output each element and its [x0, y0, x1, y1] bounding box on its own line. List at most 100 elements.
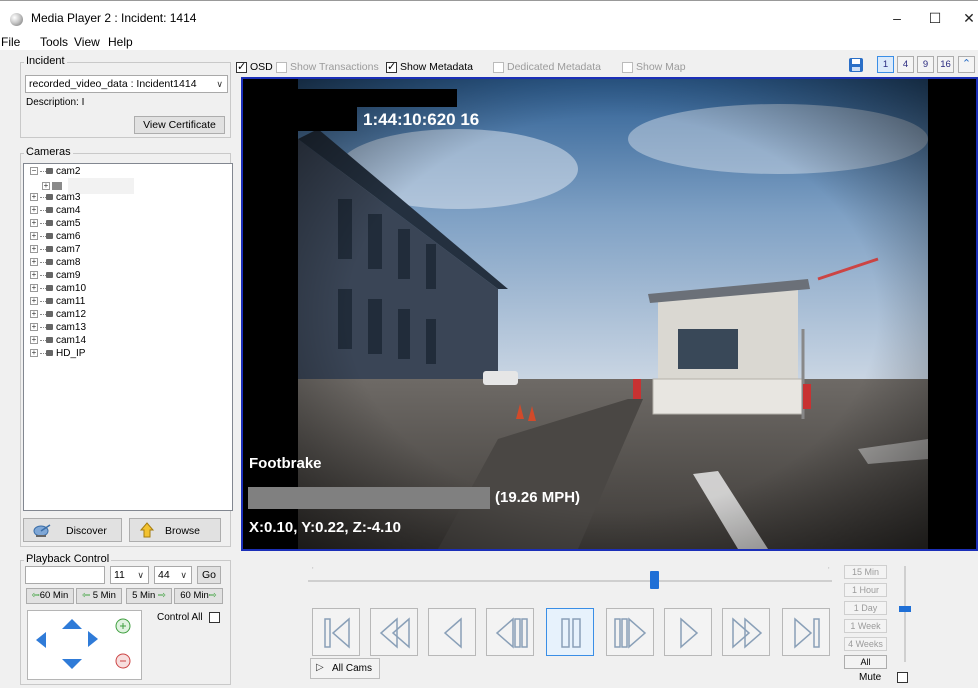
menu-tools[interactable]: Tools	[40, 35, 68, 49]
tree-item-subnode[interactable]: +	[42, 178, 134, 194]
tree-item-cam8[interactable]: + cam8	[30, 256, 80, 269]
volume-track[interactable]	[904, 566, 906, 662]
range-1-hour-button[interactable]: 1 Hour	[844, 583, 887, 597]
pause-button[interactable]	[546, 608, 594, 656]
dedicated-metadata-checkbox[interactable]: Dedicated Metadata	[493, 61, 601, 73]
expand-icon[interactable]: +	[30, 219, 38, 228]
timeline-track[interactable]	[308, 580, 832, 582]
tree-item-cam13[interactable]: + cam13	[30, 321, 86, 334]
expand-icon[interactable]: +	[30, 258, 38, 267]
tree-item-cam14[interactable]: + cam14	[30, 334, 86, 347]
go-button[interactable]: Go	[197, 566, 221, 584]
view-certificate-button[interactable]: View Certificate	[134, 116, 225, 134]
range-15-min-button[interactable]: 15 Min	[844, 565, 887, 579]
hour-select[interactable]: 11 ∨	[110, 566, 149, 584]
expand-icon[interactable]: +	[30, 284, 38, 293]
tree-item-cam7[interactable]: + cam7	[30, 243, 80, 256]
mute-checkbox[interactable]	[897, 672, 908, 683]
pan-down-icon[interactable]	[62, 659, 82, 669]
osd-checkbox-box	[236, 60, 247, 73]
pan-right-icon[interactable]	[88, 631, 98, 647]
step-forward-button[interactable]	[606, 608, 654, 656]
layout-9-button[interactable]: 9	[917, 56, 934, 73]
arrow-right-icon: ⇨	[208, 590, 217, 601]
osd-timestamp: 1:44:10:620 16	[363, 110, 480, 129]
layout-1-button[interactable]: 1	[877, 56, 894, 73]
show-metadata-checkbox[interactable]: Show Metadata	[386, 60, 473, 73]
fast-forward-button[interactable]	[722, 608, 770, 656]
discover-button[interactable]: Discover	[23, 518, 122, 542]
save-icon[interactable]	[848, 57, 864, 73]
step-forward-icon	[614, 617, 647, 649]
expand-icon[interactable]: +	[30, 310, 38, 319]
date-input[interactable]	[25, 566, 105, 584]
tree-item-cam5[interactable]: + cam5	[30, 217, 80, 230]
tree-item-label: cam8	[56, 257, 81, 268]
fast-rewind-button[interactable]	[370, 608, 418, 656]
tree-item-cam9[interactable]: + cam9	[30, 269, 80, 282]
expand-icon[interactable]: +	[30, 232, 38, 241]
osd-speed: (19.26 MPH)	[495, 489, 581, 506]
collapse-icon[interactable]: −	[30, 167, 38, 176]
expand-icon[interactable]: +	[30, 323, 38, 332]
menu-help[interactable]: Help	[108, 35, 133, 49]
skip-to-end-button[interactable]	[782, 608, 830, 656]
range-1-week-button[interactable]: 1 Week	[844, 619, 887, 633]
timeline-thumb[interactable]	[649, 571, 659, 589]
all-cams-button[interactable]: ▷ All Cams	[310, 658, 380, 679]
volume-thumb[interactable]	[899, 606, 911, 613]
tree-item-cam2[interactable]: − cam2	[30, 165, 80, 178]
tree-item-hd-ip[interactable]: + HD_IP	[30, 347, 85, 360]
incident-select[interactable]: recorded_video_data : Incident1414 ∨	[25, 75, 228, 93]
forward-60-min-button[interactable]: 60 Min⇨	[174, 588, 223, 604]
pan-up-icon[interactable]	[62, 619, 82, 629]
minimize-button[interactable]: –	[880, 7, 914, 29]
zoom-in-icon[interactable]	[115, 618, 131, 634]
expand-icon[interactable]: +	[30, 297, 38, 306]
range-1-day-button[interactable]: 1 Day	[844, 601, 887, 615]
tree-item-cam11[interactable]: + cam11	[30, 295, 85, 308]
tree-item-cam4[interactable]: + cam4	[30, 204, 80, 217]
expand-icon[interactable]: +	[30, 193, 38, 202]
play-button[interactable]	[664, 608, 712, 656]
osd-checkbox[interactable]: OSD	[236, 60, 273, 73]
video-pane[interactable]: 1:44:10:620 16 Footbrake (19.26 MPH) X:0…	[241, 77, 978, 551]
tree-item-cam3[interactable]: + cam3	[30, 191, 80, 204]
control-all-checkbox[interactable]	[209, 612, 220, 623]
expand-icon[interactable]: +	[42, 182, 50, 190]
camera-icon	[40, 206, 53, 215]
pan-left-icon[interactable]	[36, 632, 46, 648]
tree-item-cam12[interactable]: + cam12	[30, 308, 86, 321]
expand-icon[interactable]: +	[30, 206, 38, 215]
zoom-out-icon[interactable]	[115, 653, 131, 669]
menu-view[interactable]: View	[74, 35, 100, 49]
tree-item-cam10[interactable]: + cam10	[30, 282, 86, 295]
layout-4-button[interactable]: 4	[897, 56, 914, 73]
expand-icon[interactable]: +	[30, 245, 38, 254]
show-map-checkbox[interactable]: Show Map	[622, 61, 686, 73]
close-button[interactable]: ✕	[952, 7, 978, 29]
tree-item-label: cam4	[56, 205, 81, 216]
back-60-min-button[interactable]: ⇦60 Min	[26, 588, 74, 604]
expand-icon[interactable]: +	[30, 336, 38, 345]
browse-button[interactable]: Browse	[129, 518, 221, 542]
tree-item-cam6[interactable]: + cam6	[30, 230, 80, 243]
expand-icon[interactable]: +	[30, 271, 38, 280]
range-4-weeks-button[interactable]: 4 Weeks	[844, 637, 887, 651]
step-back-button[interactable]	[486, 608, 534, 656]
redacted-osd-block	[257, 89, 457, 107]
range-all-button[interactable]: All	[844, 655, 887, 669]
title-bar: Media Player 2 : Incident: 1414 – ☐ ✕	[0, 0, 978, 34]
show-transactions-checkbox[interactable]: Show Transactions	[276, 61, 379, 73]
maximize-button[interactable]: ☐	[918, 7, 952, 29]
browse-hand-icon	[139, 522, 155, 538]
layout-16-button[interactable]: 16	[937, 56, 954, 73]
skip-to-start-button[interactable]	[312, 608, 360, 656]
collapse-up-icon[interactable]: ⌃	[958, 56, 975, 73]
minute-select[interactable]: 44 ∨	[154, 566, 192, 584]
expand-icon[interactable]: +	[30, 349, 38, 358]
back-5-min-button[interactable]: ⇦ 5 Min	[76, 588, 122, 604]
forward-5-min-button[interactable]: 5 Min ⇨	[126, 588, 172, 604]
menu-file[interactable]: File	[1, 35, 20, 49]
rewind-button[interactable]	[428, 608, 476, 656]
